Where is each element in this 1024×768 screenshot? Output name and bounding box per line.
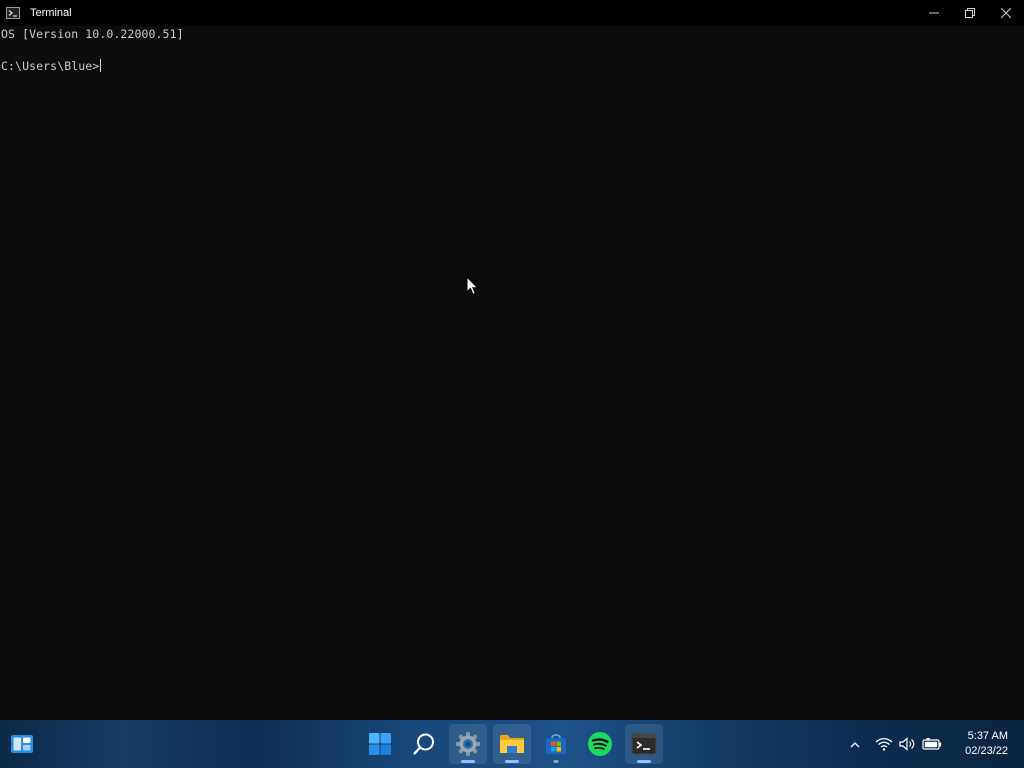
minimize-icon [929, 12, 939, 14]
terminal-taskbar-button[interactable] [625, 724, 663, 764]
minimize-button[interactable] [916, 0, 952, 26]
window-controls [916, 0, 1024, 26]
battery-button[interactable] [921, 720, 943, 768]
spotify-taskbar-button[interactable] [581, 724, 619, 764]
window-title: Terminal [30, 7, 72, 19]
spotify-icon [588, 732, 612, 756]
windows-start-icon [369, 733, 391, 755]
clock-time: 5:37 AM [967, 730, 1008, 742]
wifi-button[interactable] [873, 720, 895, 768]
chevron-up-icon [850, 741, 860, 747]
running-indicator [553, 760, 559, 763]
store-icon [546, 734, 566, 754]
console-prompt-line: C:\Users\Blue> [1, 59, 102, 73]
running-indicator [637, 760, 651, 763]
console-line: OS [Version 10.0.22000.51] [1, 27, 184, 41]
text-caret [100, 59, 102, 72]
running-indicator [505, 760, 519, 763]
console-area[interactable]: OS [Version 10.0.22000.51] C:\Users\Blue… [0, 26, 1024, 720]
search-icon [413, 733, 434, 755]
clock-date: 02/23/22 [965, 745, 1008, 757]
store-taskbar-button[interactable] [537, 724, 575, 764]
battery-icon [922, 738, 942, 750]
file-explorer-taskbar-button[interactable] [493, 724, 531, 764]
console-prompt: C:\Users\Blue> [1, 59, 100, 73]
running-indicator [461, 760, 475, 763]
system-clock[interactable]: 5:37 AM 02/23/22 [952, 720, 1008, 768]
search-button[interactable] [405, 724, 443, 764]
wifi-icon [875, 737, 893, 751]
settings-taskbar-button[interactable] [449, 724, 487, 764]
restore-icon [965, 8, 975, 18]
mouse-cursor-icon [466, 276, 479, 296]
terminal-icon [6, 7, 20, 19]
restore-button[interactable] [952, 0, 988, 26]
volume-icon [899, 737, 915, 751]
start-button[interactable] [361, 724, 399, 764]
title-bar[interactable]: Terminal [0, 0, 1024, 26]
show-hidden-icons-button[interactable] [845, 720, 865, 768]
terminal-icon [631, 733, 657, 755]
widgets-icon [11, 735, 33, 753]
taskbar: 5:37 AM 02/23/22 [0, 720, 1024, 768]
close-button[interactable] [988, 0, 1024, 26]
settings-gear-icon [456, 732, 480, 756]
widgets-button[interactable] [3, 724, 41, 764]
folder-icon [500, 735, 524, 753]
volume-button[interactable] [897, 720, 919, 768]
close-icon [1001, 8, 1011, 18]
